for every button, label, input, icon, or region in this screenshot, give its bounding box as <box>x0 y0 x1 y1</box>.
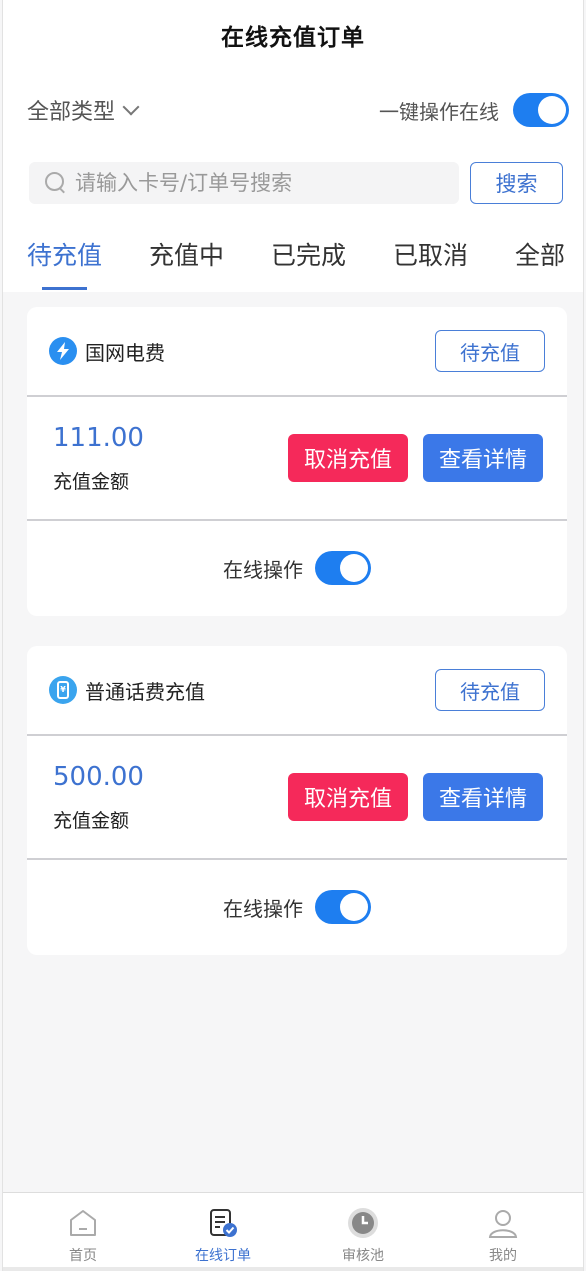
order-name: 普通话费充值 <box>85 679 205 704</box>
order-title: 国网电费 <box>49 337 165 366</box>
view-details-button[interactable]: 查看详情 <box>423 434 543 482</box>
search-row: 搜索 <box>29 161 563 205</box>
tab-pending[interactable]: 待充值 <box>27 232 102 290</box>
cancel-recharge-button[interactable]: 取消充值 <box>288 434 408 482</box>
amount-block: 111.00 充值金额 <box>53 423 144 494</box>
online-operation-label: 在线操作 <box>223 896 303 921</box>
order-amount: 111.00 <box>53 422 144 453</box>
online-operation-label: 在线操作 <box>223 557 303 582</box>
toggle-knob <box>538 96 566 124</box>
one-key-online-label: 一键操作在线 <box>379 99 499 124</box>
order-card-header: 国网电费 待充值 <box>27 307 567 397</box>
order-icon <box>210 1209 237 1237</box>
toggle-knob <box>340 893 368 921</box>
lightning-icon <box>49 337 77 365</box>
order-card: 国网电费 待充值 111.00 充值金额 取消充值 查看详情 在线操作 <box>27 307 567 616</box>
nav-label: 首页 <box>69 1248 97 1264</box>
nav-item-mine[interactable]: 我的 <box>443 1193 563 1271</box>
status-badge[interactable]: 待充值 <box>435 669 545 711</box>
amount-label: 充值金额 <box>53 470 130 493</box>
user-icon <box>488 1210 518 1238</box>
nav-label: 审核池 <box>342 1248 384 1264</box>
order-name: 国网电费 <box>85 340 165 365</box>
filter-row: 全部类型 一键操作在线 <box>27 90 569 130</box>
clock-icon <box>348 1208 378 1238</box>
search-input[interactable] <box>75 171 445 195</box>
page-title: 在线充值订单 <box>221 25 365 51</box>
view-details-button[interactable]: 查看详情 <box>423 773 543 821</box>
order-amount: 500.00 <box>53 761 144 792</box>
tab-in-progress[interactable]: 充值中 <box>149 232 224 290</box>
nav-item-home[interactable]: 首页 <box>23 1193 143 1271</box>
order-actions: 取消充值 查看详情 <box>288 773 543 821</box>
order-actions: 取消充值 查看详情 <box>288 434 543 482</box>
search-box <box>29 162 459 204</box>
app-frame: 在线充值订单 全部类型 一键操作在线 搜索 待充值 充值中 已完成 已取消 全部 <box>2 0 584 1271</box>
order-card-footer: 在线操作 <box>27 521 567 615</box>
order-card-body: 111.00 充值金额 取消充值 查看详情 <box>27 397 567 521</box>
search-icon <box>45 172 67 194</box>
order-card: ¥ 普通话费充值 待充值 500.00 充值金额 取消充值 查看详情 在线操作 <box>27 646 567 955</box>
nav-item-review-pool[interactable]: 审核池 <box>303 1193 423 1271</box>
online-operation-toggle[interactable] <box>315 551 371 585</box>
chevron-down-icon <box>122 98 140 116</box>
amount-label: 充值金额 <box>53 809 130 832</box>
top-section: 在线充值订单 全部类型 一键操作在线 搜索 待充值 充值中 已完成 已取消 全部 <box>3 0 583 292</box>
order-title: ¥ 普通话费充值 <box>49 676 205 705</box>
nav-label: 我的 <box>489 1248 517 1264</box>
nav-item-orders[interactable]: 在线订单 <box>163 1193 283 1271</box>
amount-block: 500.00 充值金额 <box>53 762 144 833</box>
toggle-knob <box>340 554 368 582</box>
order-card-body: 500.00 充值金额 取消充值 查看详情 <box>27 736 567 860</box>
status-tabs: 待充值 充值中 已完成 已取消 全部 <box>3 232 583 292</box>
one-key-online: 一键操作在线 <box>379 93 569 127</box>
status-badge[interactable]: 待充值 <box>435 330 545 372</box>
cancel-recharge-button[interactable]: 取消充值 <box>288 773 408 821</box>
tab-all[interactable]: 全部 <box>515 232 565 290</box>
phone-icon: ¥ <box>49 676 77 704</box>
bottom-bar <box>3 1267 583 1271</box>
online-operation-toggle[interactable] <box>315 890 371 924</box>
tab-completed[interactable]: 已完成 <box>271 232 346 290</box>
order-card-footer: 在线操作 <box>27 860 567 954</box>
nav-label: 在线订单 <box>195 1248 251 1264</box>
bottom-nav: 首页 在线订单 审核池 我的 <box>3 1192 583 1271</box>
order-card-header: ¥ 普通话费充值 待充值 <box>27 646 567 736</box>
search-button[interactable]: 搜索 <box>470 162 563 204</box>
one-key-online-toggle[interactable] <box>513 93 569 127</box>
home-icon <box>70 1210 96 1236</box>
type-dropdown-label: 全部类型 <box>27 100 116 125</box>
tab-cancelled[interactable]: 已取消 <box>393 232 468 290</box>
type-dropdown[interactable]: 全部类型 <box>27 94 140 126</box>
